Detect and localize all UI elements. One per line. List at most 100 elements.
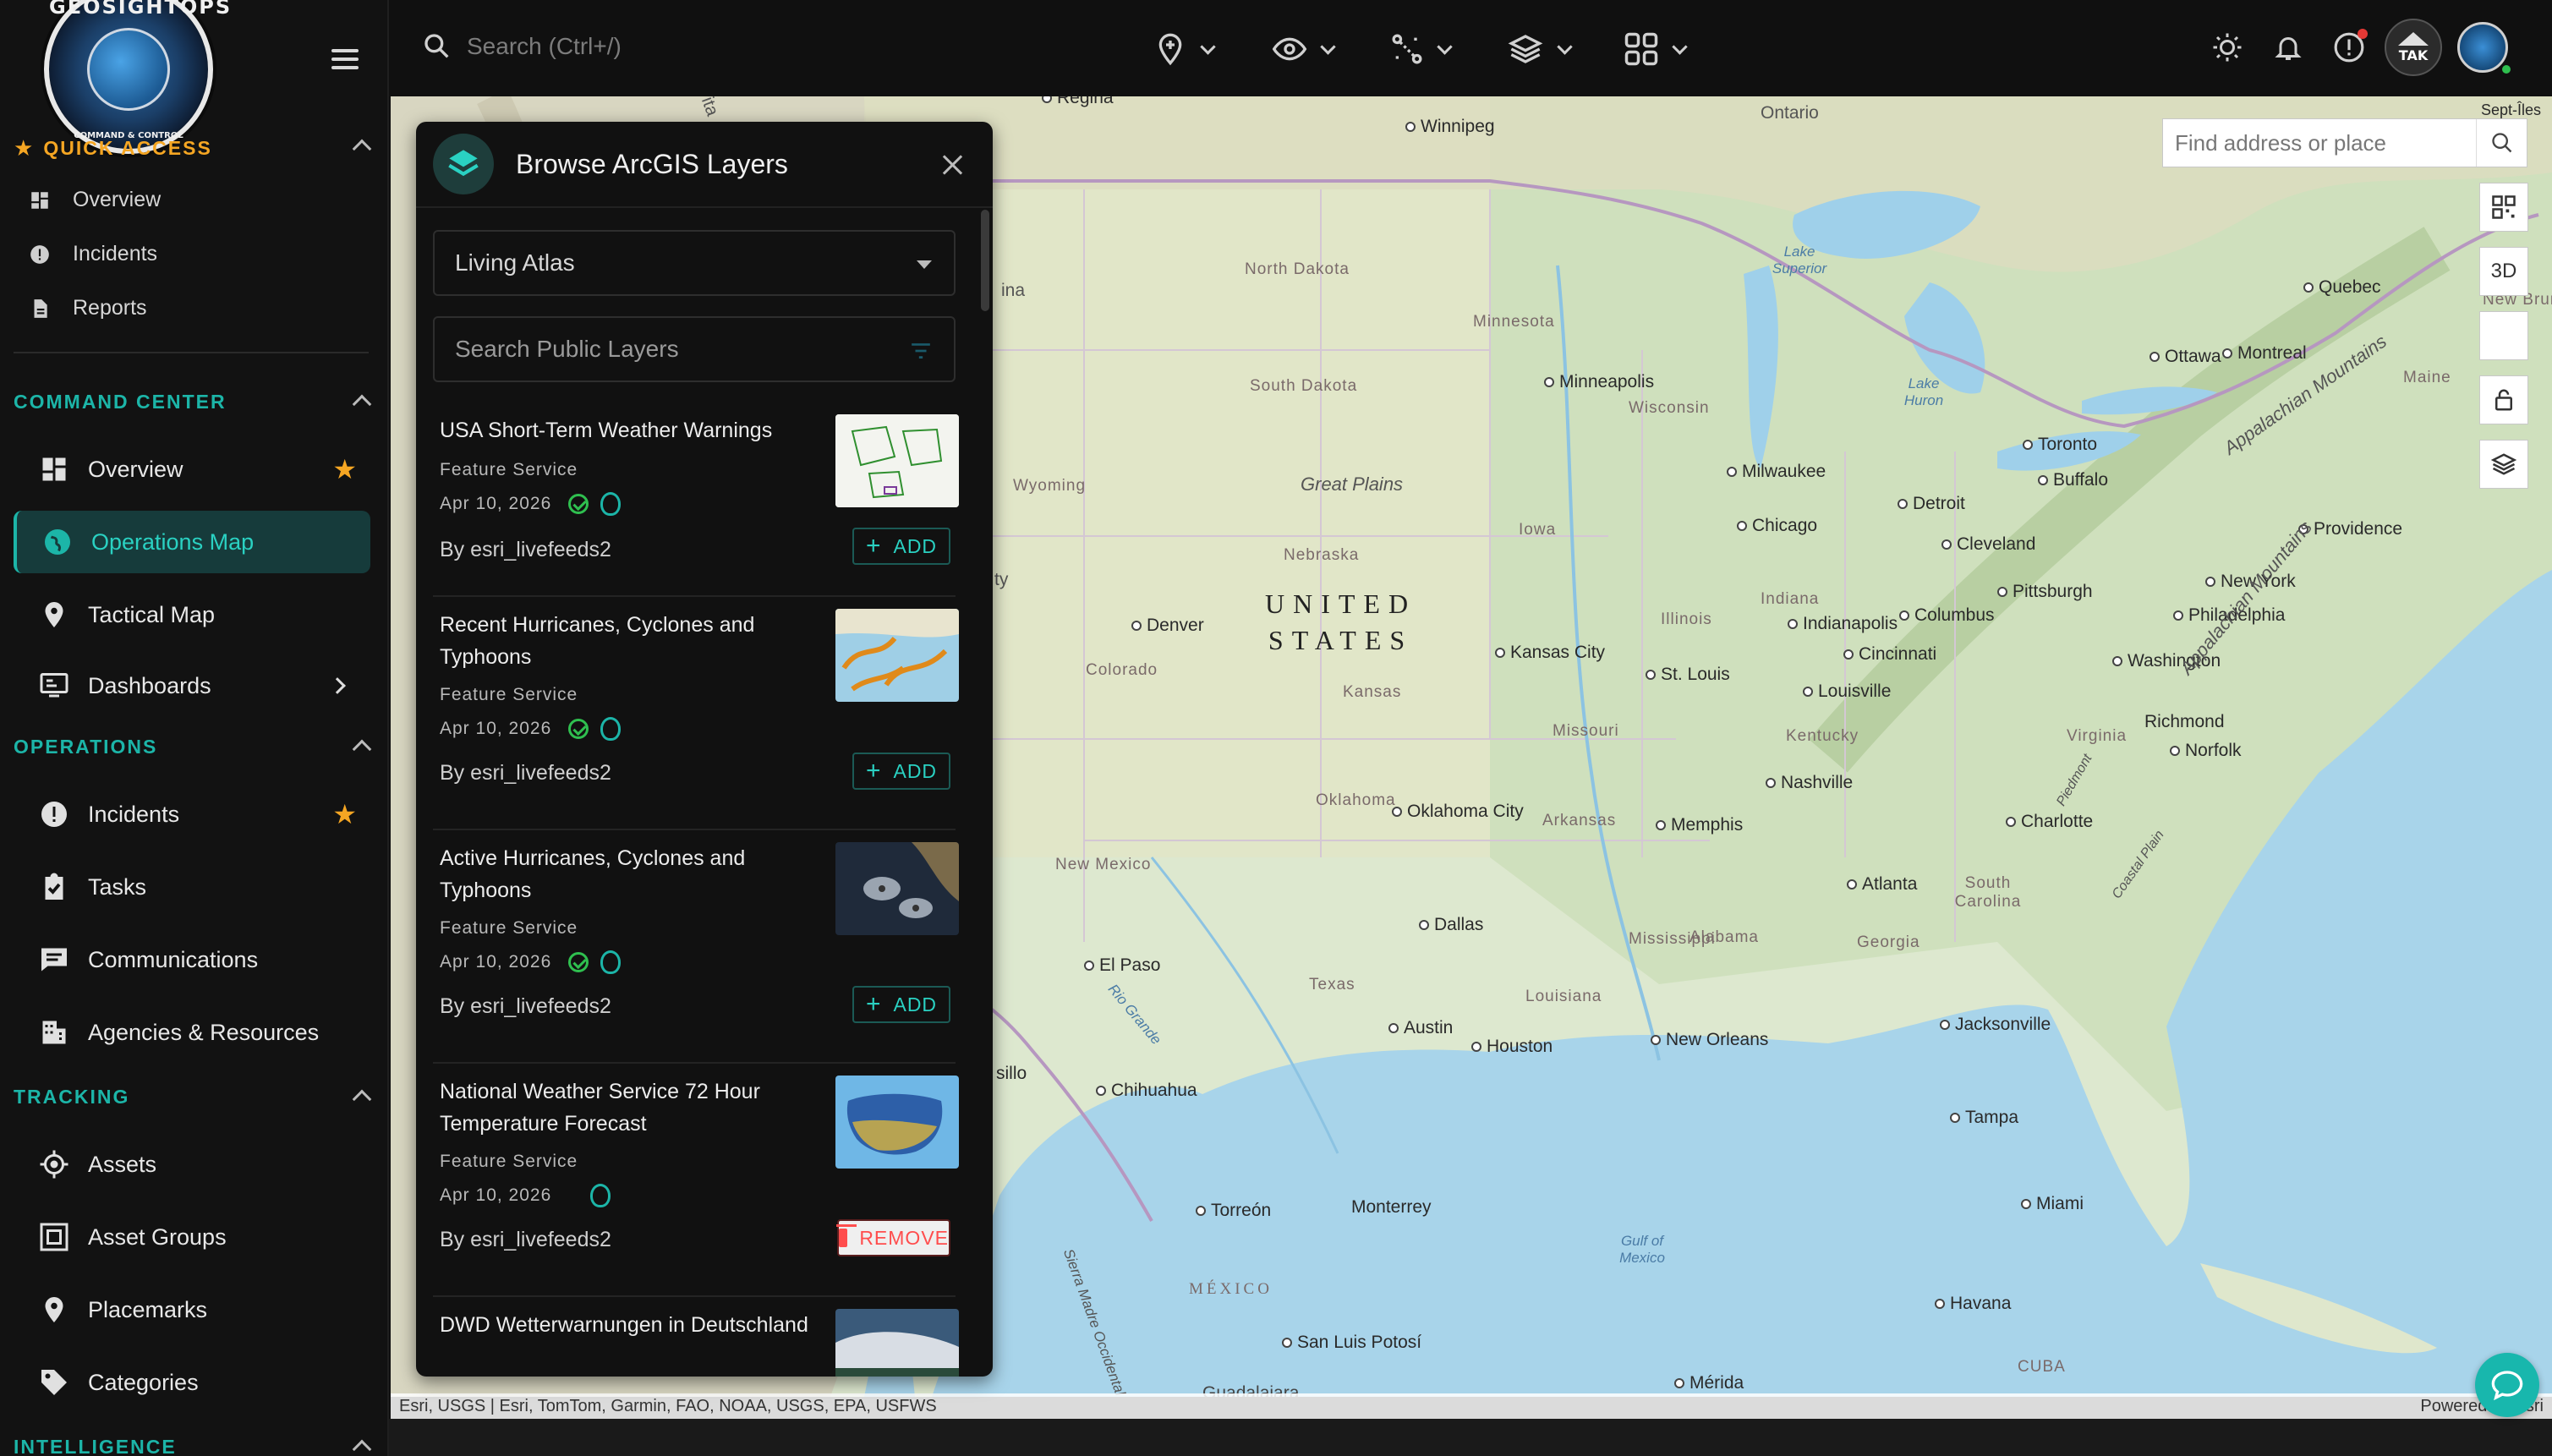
living-atlas-icon bbox=[600, 492, 622, 516]
map-label: Sept-Îles bbox=[2481, 101, 2542, 118]
visibility-dropdown[interactable] bbox=[1272, 29, 1336, 69]
layers-icon bbox=[1508, 35, 1543, 63]
layer-thumbnail bbox=[835, 842, 959, 935]
apps-dropdown[interactable] bbox=[1624, 29, 1688, 69]
layer-source-select[interactable]: Living Atlas bbox=[433, 230, 956, 296]
command-center-header[interactable]: COMMAND CENTER bbox=[14, 391, 372, 414]
layer-type: Feature Service bbox=[440, 1152, 578, 1171]
filter-icon[interactable] bbox=[910, 342, 932, 360]
layers-icon bbox=[2491, 453, 2516, 475]
map-label: Louisiana bbox=[1525, 988, 1602, 1005]
divider bbox=[14, 352, 369, 353]
quick-access-incidents[interactable]: Incidents bbox=[29, 242, 157, 266]
tak-avatar[interactable]: TAK bbox=[2385, 19, 2442, 76]
sidebar-item-tasks[interactable]: Tasks bbox=[14, 856, 370, 918]
add-layer-button[interactable]: + ADD bbox=[852, 528, 950, 565]
quick-access-header[interactable]: ★ QUICK ACCESS bbox=[14, 135, 372, 161]
quick-access-label: Incidents bbox=[73, 242, 158, 265]
location-pin-icon bbox=[45, 1297, 63, 1322]
sidebar-item-label: Tasks bbox=[88, 873, 147, 900]
layer-card[interactable]: DWD Wetterwarnungen in Deutschland Featu… bbox=[433, 1297, 959, 1377]
operations-header[interactable]: OPERATIONS bbox=[14, 736, 372, 759]
remove-layer-button[interactable]: REMOVE bbox=[835, 1219, 950, 1256]
add-layer-label: ADD bbox=[893, 993, 938, 1015]
sidebar-item-incidents[interactable]: Incidents ★ bbox=[14, 783, 370, 846]
chevron-down-icon bbox=[1437, 38, 1453, 55]
map-label: Tampa bbox=[1950, 1108, 2018, 1128]
chevron-up-icon bbox=[352, 394, 372, 414]
sidebar-item-placemarks[interactable]: Placemarks bbox=[14, 1278, 370, 1341]
map-label: Gulf of Mexico bbox=[1619, 1233, 1665, 1266]
quick-access-reports[interactable]: Reports bbox=[29, 296, 147, 320]
map-label: Georgia bbox=[1857, 933, 1920, 951]
address-search-input[interactable] bbox=[2163, 119, 2476, 167]
add-layer-button[interactable]: + ADD bbox=[852, 753, 950, 790]
add-layer-button[interactable]: + ADD bbox=[852, 986, 950, 1023]
section-title: OPERATIONS bbox=[14, 736, 158, 758]
sidebar-item-label: Incidents bbox=[88, 801, 180, 827]
sidebar-item-agencies[interactable]: Agencies & Resources bbox=[14, 1001, 370, 1064]
public-layer-search[interactable]: Search Public Layers bbox=[433, 316, 956, 382]
sidebar-item-categories[interactable]: Categories bbox=[14, 1351, 370, 1414]
notifications-button[interactable] bbox=[2264, 24, 2312, 71]
chat-button[interactable] bbox=[2475, 1353, 2539, 1417]
sidebar-item-label: Agencies & Resources bbox=[88, 1019, 320, 1045]
layer-thumbnail bbox=[835, 1076, 959, 1169]
layer-type: Feature Service bbox=[440, 918, 578, 938]
sidebar-item-asset-groups[interactable]: Asset Groups bbox=[14, 1206, 370, 1268]
layer-card[interactable]: USA Short-Term Weather Warnings Feature … bbox=[433, 402, 959, 597]
alerts-button[interactable] bbox=[2325, 24, 2373, 71]
layer-card[interactable]: National Weather Service 72 Hour Tempera… bbox=[433, 1064, 959, 1297]
add-marker-dropdown[interactable] bbox=[1153, 29, 1216, 69]
app-logo[interactable]: GEOSIGHTOPS COMMAND & CONTROL bbox=[44, 0, 230, 154]
brightness-button[interactable] bbox=[2204, 24, 2251, 71]
map-label: Regina bbox=[1042, 96, 1114, 108]
add-marker-icon bbox=[1158, 33, 1182, 66]
quick-access-label: Overview bbox=[73, 188, 162, 211]
verified-icon bbox=[568, 494, 589, 514]
sidebar-item-dashboards[interactable]: Dashboards bbox=[14, 654, 370, 717]
star-icon[interactable]: ★ bbox=[332, 798, 357, 830]
search-icon[interactable] bbox=[423, 32, 450, 59]
map-label: Illinois bbox=[1661, 610, 1712, 628]
map-label: Buffalo bbox=[2038, 470, 2108, 490]
sidebar-item-operations-map[interactable]: Operations Map bbox=[14, 511, 370, 573]
panel-scrollbar[interactable] bbox=[981, 210, 989, 311]
blank-map-button[interactable] bbox=[2479, 311, 2528, 360]
map-label: Milwaukee bbox=[1727, 462, 1826, 482]
location-pin-icon bbox=[45, 602, 63, 627]
sidebar-item-communications[interactable]: Communications bbox=[14, 928, 370, 991]
sidebar-item-assets[interactable]: Assets bbox=[14, 1133, 370, 1196]
intelligence-header[interactable]: INTELLIGENCE bbox=[14, 1436, 372, 1456]
tak-logo-icon bbox=[2398, 31, 2429, 46]
menu-icon[interactable] bbox=[328, 44, 362, 78]
alert-badge bbox=[2358, 29, 2368, 39]
layers-dropdown[interactable] bbox=[1507, 29, 1573, 69]
map-label: Lake Huron bbox=[1903, 375, 1944, 408]
lock-rotation-button[interactable] bbox=[2479, 375, 2528, 424]
route-dropdown[interactable] bbox=[1390, 29, 1453, 69]
address-search-button[interactable] bbox=[2476, 119, 2527, 167]
map-label: New Orleans bbox=[1651, 1030, 1768, 1050]
map-label: Oklahoma bbox=[1316, 791, 1396, 809]
map-label: Dallas bbox=[1419, 915, 1483, 935]
sidebar-item-overview[interactable]: Overview ★ bbox=[14, 438, 370, 501]
star-icon[interactable]: ★ bbox=[332, 453, 357, 485]
layer-card[interactable]: Active Hurricanes, Cyclones and Typhoons… bbox=[433, 830, 959, 1064]
user-avatar[interactable] bbox=[2457, 22, 2512, 75]
map-label: New Mexico bbox=[1055, 856, 1152, 873]
sidebar-item-tactical-map[interactable]: Tactical Map bbox=[14, 583, 370, 646]
close-icon[interactable] bbox=[940, 152, 966, 178]
global-search-input[interactable] bbox=[467, 25, 805, 68]
tracking-header[interactable]: TRACKING bbox=[14, 1086, 372, 1109]
map-layers-button[interactable] bbox=[2479, 440, 2528, 489]
layer-card[interactable]: Recent Hurricanes, Cyclones and Typhoons… bbox=[433, 597, 959, 830]
layers-icon bbox=[448, 150, 479, 177]
alert-circle-icon bbox=[30, 244, 49, 264]
quick-access-overview[interactable]: Overview bbox=[29, 188, 161, 212]
map-label: Monterrey bbox=[1351, 1197, 1432, 1217]
chevron-up-icon bbox=[352, 739, 372, 759]
toggle-3d-button[interactable]: 3D bbox=[2479, 247, 2528, 296]
qr-code-button[interactable] bbox=[2479, 183, 2528, 232]
layer-title: DWD Wetterwarnungen in Deutschland bbox=[440, 1313, 808, 1337]
